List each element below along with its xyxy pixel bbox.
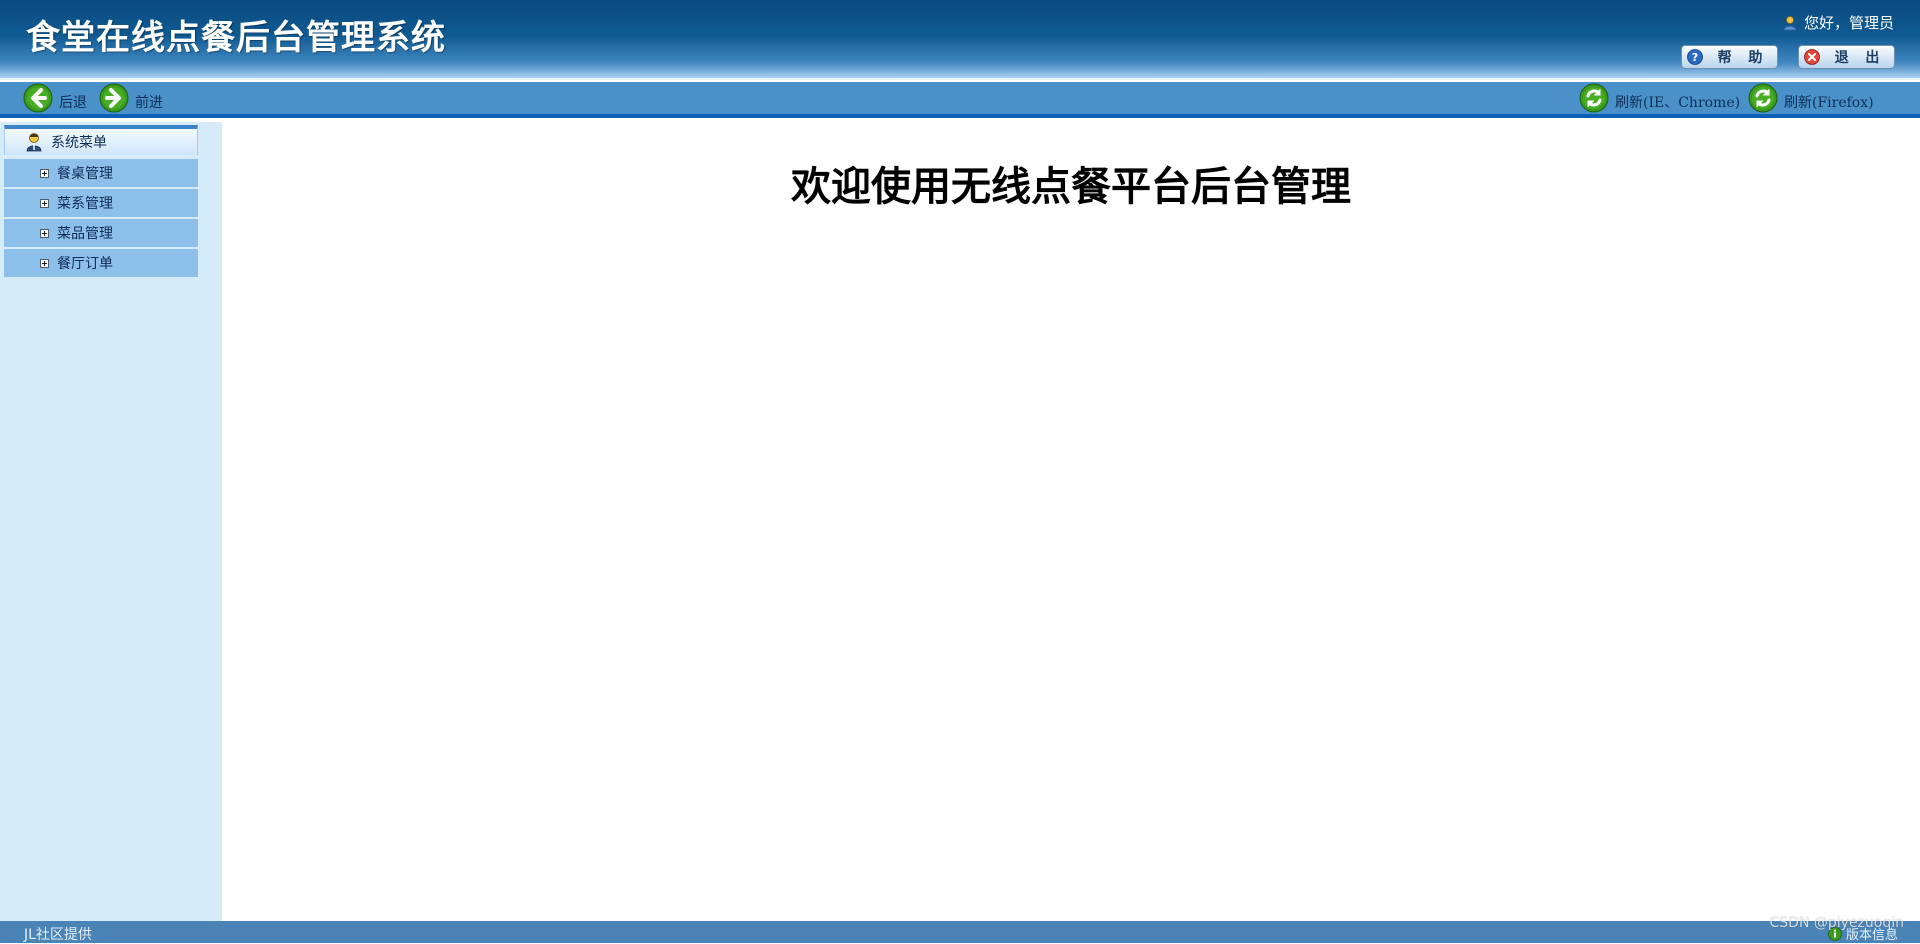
welcome-heading: 欢迎使用无线点餐平台后台管理 bbox=[791, 164, 1351, 210]
refresh-icon bbox=[1579, 83, 1609, 113]
arrow-right-icon bbox=[99, 83, 129, 113]
plus-box-icon bbox=[40, 168, 49, 178]
help-button[interactable]: ? 帮 助 bbox=[1681, 45, 1778, 69]
refresh-firefox-button[interactable]: 刷新(Firefox) bbox=[1748, 82, 1874, 114]
menu-list: 餐桌管理 菜系管理 菜品管理 餐厅订单 bbox=[4, 159, 198, 279]
forward-button[interactable]: 前进 bbox=[99, 82, 163, 114]
help-label: 帮 助 bbox=[1717, 50, 1769, 66]
arrow-left-icon bbox=[23, 83, 53, 113]
system-menu-title: 系统菜单 bbox=[51, 135, 107, 151]
footer-provider: JL社区提供 bbox=[24, 927, 92, 943]
back-label: 后退 bbox=[59, 95, 87, 111]
sidebar-item-cuisines[interactable]: 菜系管理 bbox=[4, 189, 198, 217]
watermark: CSDN @piyezuoqin bbox=[1769, 915, 1904, 931]
refresh-firefox-label: 刷新(Firefox) bbox=[1784, 95, 1874, 111]
app-title: 食堂在线点餐后台管理系统 bbox=[26, 18, 446, 58]
plus-box-icon bbox=[40, 228, 49, 238]
user-greeting: 您好，管理员 bbox=[1782, 12, 1894, 33]
header-buttons: ? 帮 助 退 出 bbox=[1681, 45, 1895, 69]
forward-label: 前进 bbox=[135, 95, 163, 111]
help-icon: ? bbox=[1687, 49, 1703, 65]
main-content: 欢迎使用无线点餐平台后台管理 bbox=[222, 122, 1920, 921]
plus-box-icon bbox=[40, 258, 49, 268]
svg-text:?: ? bbox=[1692, 51, 1698, 64]
user-icon bbox=[1783, 15, 1797, 30]
sidebar-item-dishes[interactable]: 菜品管理 bbox=[4, 219, 198, 247]
logout-label: 退 出 bbox=[1834, 50, 1886, 66]
refresh-ie-button[interactable]: 刷新(IE、Chrome) bbox=[1579, 82, 1740, 114]
sidebar-item-orders[interactable]: 餐厅订单 bbox=[4, 249, 198, 277]
refresh-icon bbox=[1748, 83, 1778, 113]
greeting-text: 您好，管理员 bbox=[1803, 14, 1894, 32]
sidebar-item-label: 菜系管理 bbox=[57, 196, 113, 212]
system-menu-header[interactable]: 系统菜单 bbox=[4, 125, 198, 155]
back-button[interactable]: 后退 bbox=[23, 82, 87, 114]
footer: JL社区提供 版本信息 bbox=[0, 921, 1920, 943]
sidebar-item-label: 餐桌管理 bbox=[57, 166, 113, 182]
sidebar: 系统菜单 餐桌管理 菜系管理 菜品管理 餐厅订单 bbox=[0, 122, 222, 921]
logout-icon bbox=[1804, 49, 1820, 65]
plus-box-icon bbox=[40, 198, 49, 208]
header-banner: 食堂在线点餐后台管理系统 您好，管理员 ? 帮 助 退 出 bbox=[0, 0, 1920, 80]
sidebar-item-label: 餐厅订单 bbox=[57, 256, 113, 272]
sidebar-item-label: 菜品管理 bbox=[57, 226, 113, 242]
sidebar-item-tables[interactable]: 餐桌管理 bbox=[4, 159, 198, 187]
nav-toolbar: 后退 前进 刷新(IE、Chrome) 刷新(Firefox) bbox=[0, 82, 1920, 118]
refresh-ie-label: 刷新(IE、Chrome) bbox=[1615, 95, 1741, 111]
admin-user-icon bbox=[26, 133, 42, 152]
logout-button[interactable]: 退 出 bbox=[1798, 45, 1895, 69]
